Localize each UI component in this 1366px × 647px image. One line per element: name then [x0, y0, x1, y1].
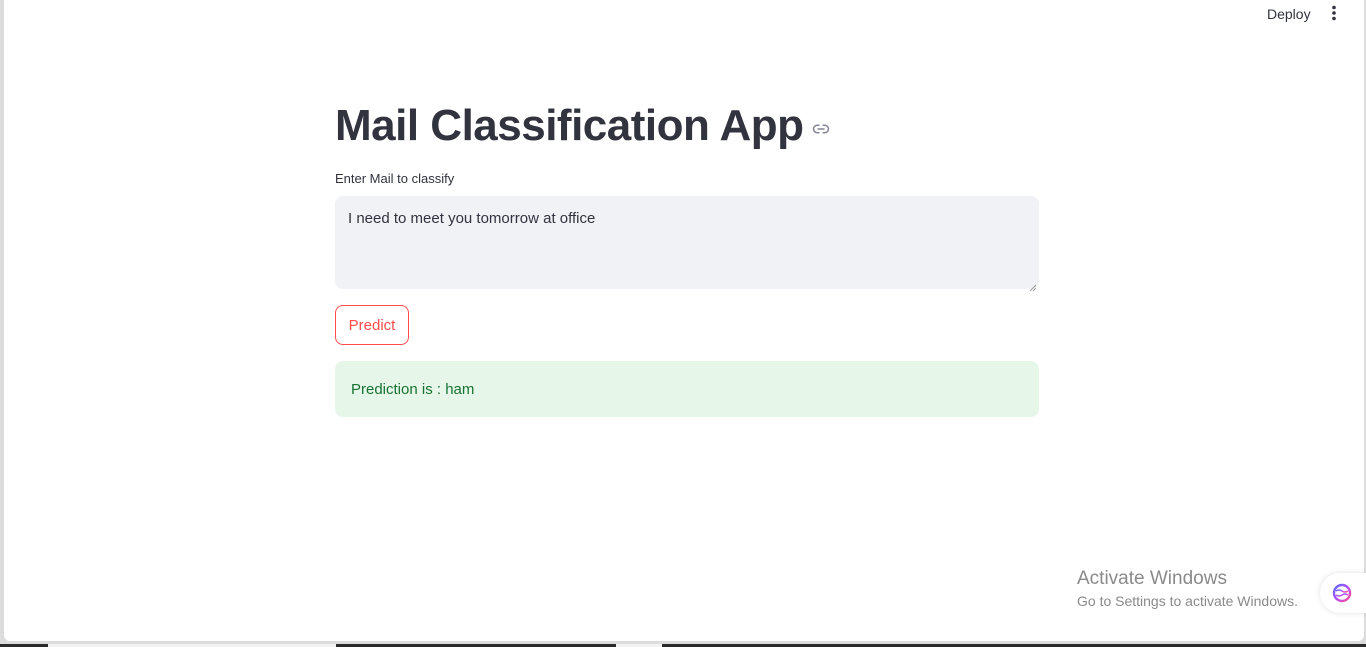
deploy-button[interactable]: Deploy: [1263, 4, 1315, 24]
watermark-subtitle: Go to Settings to activate Windows.: [1077, 593, 1298, 609]
extension-button[interactable]: [1320, 573, 1366, 613]
screen: Deploy Mail Classification App Enter Mai…: [0, 0, 1366, 647]
mail-input-label: Enter Mail to classify: [335, 171, 455, 186]
page-title: Mail Classification App: [335, 101, 804, 150]
prediction-result-alert: Prediction is : ham: [335, 361, 1039, 417]
kebab-menu-icon[interactable]: [1324, 3, 1344, 23]
activate-windows-watermark: Activate Windows Go to Settings to activ…: [1077, 568, 1298, 611]
link-icon[interactable]: [812, 120, 830, 138]
mail-input-container: I need to meet you tomorrow at office: [335, 196, 1039, 292]
brain-extension-icon: [1332, 583, 1352, 603]
title-row: Mail Classification App: [335, 98, 830, 154]
prediction-result-text: Prediction is : ham: [351, 380, 475, 398]
mail-input[interactable]: I need to meet you tomorrow at office: [335, 196, 1039, 289]
watermark-title: Activate Windows: [1077, 568, 1227, 589]
resize-handle-icon[interactable]: [1029, 279, 1037, 292]
predict-button[interactable]: Predict: [335, 305, 409, 345]
app-window: Deploy Mail Classification App Enter Mai…: [4, 0, 1364, 641]
